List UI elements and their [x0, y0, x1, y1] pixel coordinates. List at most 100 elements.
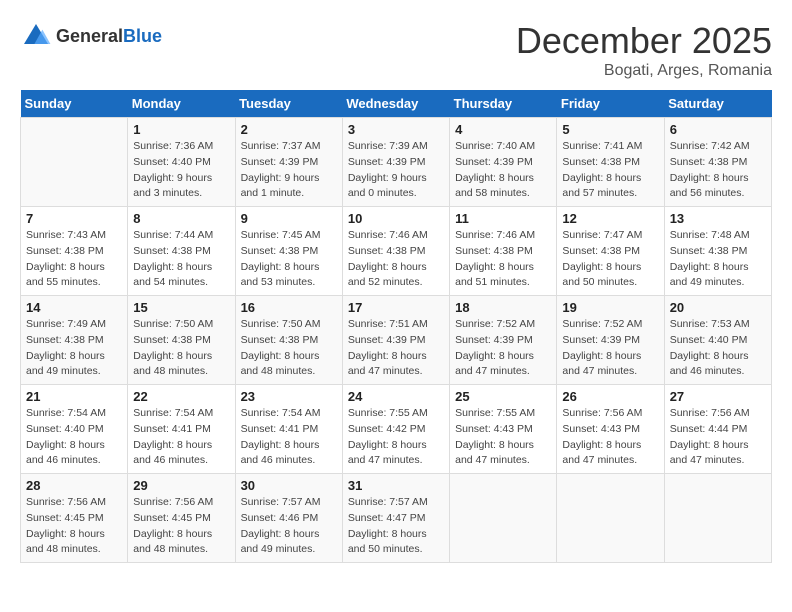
- day-number: 11: [455, 211, 551, 226]
- calendar-cell: 27 Sunrise: 7:56 AM Sunset: 4:44 PM Dayli…: [664, 385, 771, 474]
- title-block: December 2025 Bogati, Arges, Romania: [516, 20, 772, 80]
- calendar-body: 1 Sunrise: 7:36 AM Sunset: 4:40 PM Daylig…: [21, 118, 772, 563]
- day-number: 1: [133, 122, 229, 137]
- calendar-cell: 28 Sunrise: 7:56 AM Sunset: 4:45 PM Dayli…: [21, 474, 128, 563]
- day-info: Sunrise: 7:47 AM Sunset: 4:38 PM Dayligh…: [562, 228, 658, 291]
- calendar-week-row: 14 Sunrise: 7:49 AM Sunset: 4:38 PM Dayli…: [21, 296, 772, 385]
- day-info: Sunrise: 7:54 AM Sunset: 4:41 PM Dayligh…: [241, 406, 337, 469]
- calendar-cell: 9Sunrise: 7:45 AM Sunset: 4:38 PM Daylig…: [235, 207, 342, 296]
- day-info: Sunrise: 7:54 AM Sunset: 4:40 PM Dayligh…: [26, 406, 122, 469]
- calendar-cell: 18Sunrise: 7:52 AM Sunset: 4:39 PM Dayli…: [450, 296, 557, 385]
- day-info: Sunrise: 7:56 AM Sunset: 4:45 PM Dayligh…: [133, 495, 229, 558]
- day-number: 29: [133, 478, 229, 493]
- day-number: 12: [562, 211, 658, 226]
- calendar-cell: 8Sunrise: 7:44 AM Sunset: 4:38 PM Daylig…: [128, 207, 235, 296]
- calendar-cell: 31 Sunrise: 7:57 AM Sunset: 4:47 PM Dayli…: [342, 474, 449, 563]
- day-number: 18: [455, 300, 551, 315]
- day-number: 23: [241, 389, 337, 404]
- day-of-week-header: Sunday: [21, 90, 128, 118]
- day-info: Sunrise: 7:39 AM Sunset: 4:39 PM Dayligh…: [348, 139, 444, 202]
- day-of-week-header: Thursday: [450, 90, 557, 118]
- day-info: Sunrise: 7:48 AM Sunset: 4:38 PM Dayligh…: [670, 228, 766, 291]
- day-info: Sunrise: 7:50 AM Sunset: 4:38 PM Dayligh…: [133, 317, 229, 380]
- calendar-title: December 2025: [516, 20, 772, 62]
- day-number: 3: [348, 122, 444, 137]
- day-info: Sunrise: 7:56 AM Sunset: 4:44 PM Dayligh…: [670, 406, 766, 469]
- day-of-week-header: Saturday: [664, 90, 771, 118]
- day-info: Sunrise: 7:55 AM Sunset: 4:43 PM Dayligh…: [455, 406, 551, 469]
- day-number: 5: [562, 122, 658, 137]
- logo-text-general: General: [56, 26, 123, 46]
- calendar-cell: 24 Sunrise: 7:55 AM Sunset: 4:42 PM Dayli…: [342, 385, 449, 474]
- day-info: Sunrise: 7:40 AM Sunset: 4:39 PM Dayligh…: [455, 139, 551, 202]
- calendar-cell: 19 Sunrise: 7:52 AM Sunset: 4:39 PM Dayli…: [557, 296, 664, 385]
- calendar-cell: 26 Sunrise: 7:56 AM Sunset: 4:43 PM Dayli…: [557, 385, 664, 474]
- day-info: Sunrise: 7:54 AM Sunset: 4:41 PM Dayligh…: [133, 406, 229, 469]
- calendar-cell: 13 Sunrise: 7:48 AM Sunset: 4:38 PM Dayli…: [664, 207, 771, 296]
- calendar-cell: 3 Sunrise: 7:39 AM Sunset: 4:39 PM Daylig…: [342, 118, 449, 207]
- day-info: Sunrise: 7:43 AM Sunset: 4:38 PM Dayligh…: [26, 228, 122, 291]
- day-info: Sunrise: 7:57 AM Sunset: 4:47 PM Dayligh…: [348, 495, 444, 558]
- calendar-cell: 11 Sunrise: 7:46 AM Sunset: 4:38 PM Dayli…: [450, 207, 557, 296]
- day-info: Sunrise: 7:46 AM Sunset: 4:38 PM Dayligh…: [455, 228, 551, 291]
- day-info: Sunrise: 7:49 AM Sunset: 4:38 PM Dayligh…: [26, 317, 122, 380]
- calendar-cell: [557, 474, 664, 563]
- day-info: Sunrise: 7:56 AM Sunset: 4:45 PM Dayligh…: [26, 495, 122, 558]
- day-number: 28: [26, 478, 122, 493]
- calendar-cell: 1 Sunrise: 7:36 AM Sunset: 4:40 PM Daylig…: [128, 118, 235, 207]
- day-of-week-header: Tuesday: [235, 90, 342, 118]
- header-row: SundayMondayTuesdayWednesdayThursdayFrid…: [21, 90, 772, 118]
- calendar-cell: 17Sunrise: 7:51 AM Sunset: 4:39 PM Dayli…: [342, 296, 449, 385]
- day-number: 6: [670, 122, 766, 137]
- calendar-cell: 25Sunrise: 7:55 AM Sunset: 4:43 PM Dayli…: [450, 385, 557, 474]
- logo: GeneralBlue: [20, 20, 162, 52]
- calendar-cell: 22 Sunrise: 7:54 AM Sunset: 4:41 PM Dayli…: [128, 385, 235, 474]
- day-of-week-header: Friday: [557, 90, 664, 118]
- day-number: 22: [133, 389, 229, 404]
- calendar-header: SundayMondayTuesdayWednesdayThursdayFrid…: [21, 90, 772, 118]
- day-number: 2: [241, 122, 337, 137]
- day-number: 14: [26, 300, 122, 315]
- day-info: Sunrise: 7:36 AM Sunset: 4:40 PM Dayligh…: [133, 139, 229, 202]
- calendar-cell: 7 Sunrise: 7:43 AM Sunset: 4:38 PM Daylig…: [21, 207, 128, 296]
- day-number: 24: [348, 389, 444, 404]
- day-number: 15: [133, 300, 229, 315]
- calendar-cell: [450, 474, 557, 563]
- day-info: Sunrise: 7:56 AM Sunset: 4:43 PM Dayligh…: [562, 406, 658, 469]
- day-number: 9: [241, 211, 337, 226]
- logo-icon: [20, 20, 52, 52]
- calendar-cell: 30 Sunrise: 7:57 AM Sunset: 4:46 PM Dayli…: [235, 474, 342, 563]
- calendar-cell: 2Sunrise: 7:37 AM Sunset: 4:39 PM Daylig…: [235, 118, 342, 207]
- calendar-cell: 21 Sunrise: 7:54 AM Sunset: 4:40 PM Dayli…: [21, 385, 128, 474]
- calendar-cell: 5Sunrise: 7:41 AM Sunset: 4:38 PM Daylig…: [557, 118, 664, 207]
- day-info: Sunrise: 7:46 AM Sunset: 4:38 PM Dayligh…: [348, 228, 444, 291]
- calendar-cell: 4Sunrise: 7:40 AM Sunset: 4:39 PM Daylig…: [450, 118, 557, 207]
- day-number: 27: [670, 389, 766, 404]
- day-info: Sunrise: 7:42 AM Sunset: 4:38 PM Dayligh…: [670, 139, 766, 202]
- calendar-week-row: 1 Sunrise: 7:36 AM Sunset: 4:40 PM Daylig…: [21, 118, 772, 207]
- calendar-cell: 15 Sunrise: 7:50 AM Sunset: 4:38 PM Dayli…: [128, 296, 235, 385]
- day-info: Sunrise: 7:55 AM Sunset: 4:42 PM Dayligh…: [348, 406, 444, 469]
- day-info: Sunrise: 7:52 AM Sunset: 4:39 PM Dayligh…: [562, 317, 658, 380]
- day-number: 26: [562, 389, 658, 404]
- day-number: 16: [241, 300, 337, 315]
- day-number: 7: [26, 211, 122, 226]
- calendar-cell: 16 Sunrise: 7:50 AM Sunset: 4:38 PM Dayli…: [235, 296, 342, 385]
- calendar-cell: 29 Sunrise: 7:56 AM Sunset: 4:45 PM Dayli…: [128, 474, 235, 563]
- calendar-week-row: 7 Sunrise: 7:43 AM Sunset: 4:38 PM Daylig…: [21, 207, 772, 296]
- calendar-cell: 12 Sunrise: 7:47 AM Sunset: 4:38 PM Dayli…: [557, 207, 664, 296]
- day-of-week-header: Monday: [128, 90, 235, 118]
- calendar-week-row: 28 Sunrise: 7:56 AM Sunset: 4:45 PM Dayli…: [21, 474, 772, 563]
- day-number: 13: [670, 211, 766, 226]
- day-info: Sunrise: 7:50 AM Sunset: 4:38 PM Dayligh…: [241, 317, 337, 380]
- logo-text-blue: Blue: [123, 26, 162, 46]
- day-number: 31: [348, 478, 444, 493]
- day-number: 19: [562, 300, 658, 315]
- calendar-week-row: 21 Sunrise: 7:54 AM Sunset: 4:40 PM Dayli…: [21, 385, 772, 474]
- calendar-subtitle: Bogati, Arges, Romania: [516, 62, 772, 80]
- calendar-cell: [664, 474, 771, 563]
- day-number: 21: [26, 389, 122, 404]
- page-header: GeneralBlue December 2025 Bogati, Arges,…: [20, 20, 772, 80]
- day-number: 30: [241, 478, 337, 493]
- day-info: Sunrise: 7:57 AM Sunset: 4:46 PM Dayligh…: [241, 495, 337, 558]
